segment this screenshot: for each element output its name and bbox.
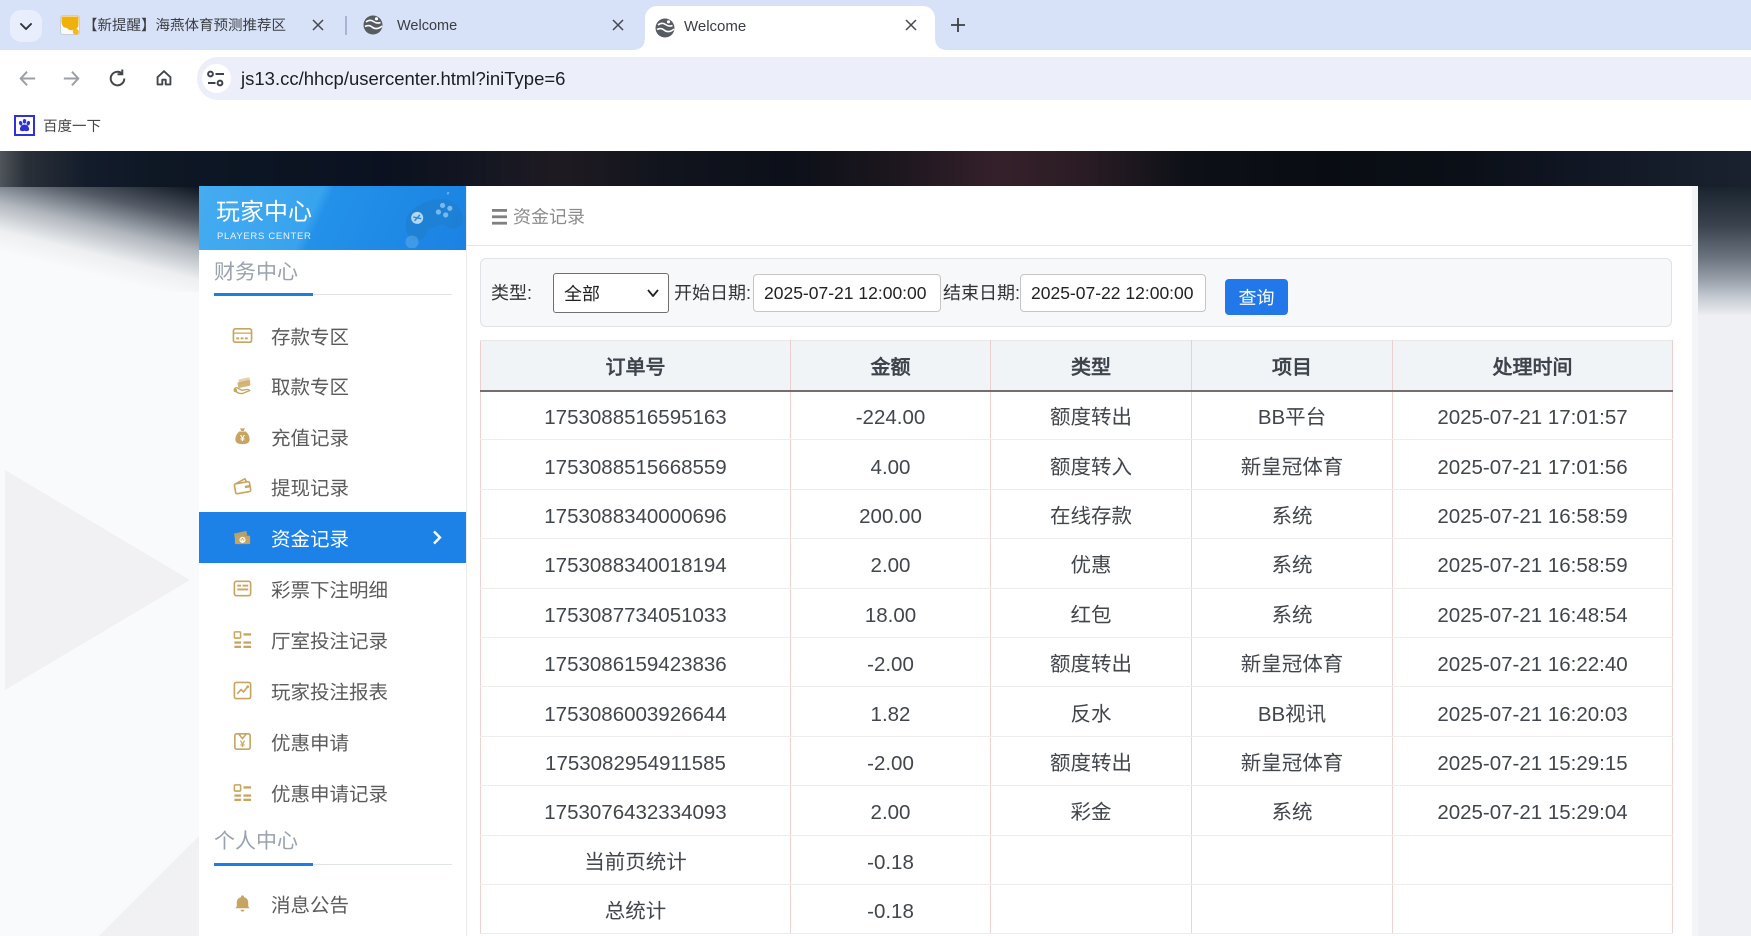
svg-text:¥: ¥: [240, 432, 245, 444]
svg-text:¥: ¥: [240, 736, 246, 750]
svg-text:¥: ¥: [241, 536, 245, 546]
